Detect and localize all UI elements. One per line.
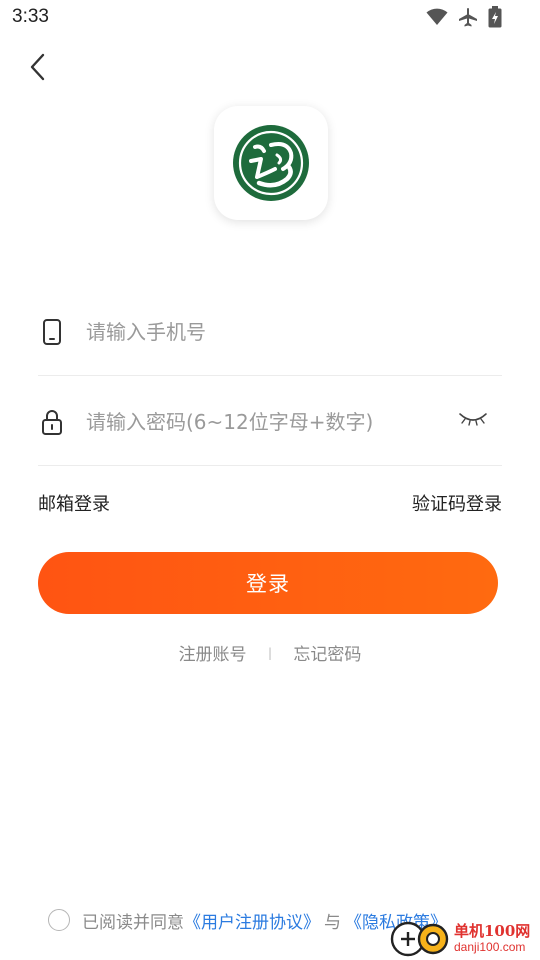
watermark-logo-icon [390, 921, 449, 957]
agreement-prefix: 已阅读并同意 [82, 912, 184, 933]
user-agreement-link[interactable]: 《用户注册协议》 [184, 908, 320, 933]
eye-closed-icon[interactable] [458, 408, 488, 430]
app-logo [214, 106, 328, 220]
back-button[interactable] [20, 52, 54, 86]
watermark-name: 单机100网 [454, 922, 531, 940]
password-field [38, 378, 502, 466]
status-time: 3:33 [12, 6, 49, 27]
email-login-link[interactable]: 邮箱登录 [38, 490, 110, 516]
code-login-link[interactable]: 验证码登录 [412, 490, 502, 516]
agree-checkbox[interactable] [48, 909, 70, 931]
status-bar: 3:33 [0, 0, 540, 36]
phone-field [38, 288, 502, 376]
login-button[interactable]: 登录 [38, 552, 498, 614]
battery-charging-icon [488, 6, 502, 28]
phone-input[interactable] [86, 310, 446, 354]
password-input[interactable] [86, 400, 446, 444]
forgot-password-link[interactable]: 忘记密码 [293, 640, 361, 665]
watermark-domain: danji100.com [454, 940, 526, 954]
lock-icon [40, 408, 64, 436]
phone-icon [40, 318, 64, 346]
chevron-left-icon [28, 52, 46, 86]
watermark: 单机100网 danji100.com [388, 918, 540, 960]
airplane-icon [458, 7, 478, 27]
app-logo-emblem [233, 125, 309, 201]
wifi-icon [426, 8, 448, 26]
sub-links: 注册账号 | 忘记密码 [0, 640, 540, 665]
agreement-conjunction: 与 [324, 912, 341, 933]
status-icons [426, 6, 502, 28]
register-link[interactable]: 注册账号 [179, 640, 247, 665]
sub-link-divider: | [267, 645, 273, 660]
alt-login-row: 邮箱登录 验证码登录 [38, 488, 502, 518]
